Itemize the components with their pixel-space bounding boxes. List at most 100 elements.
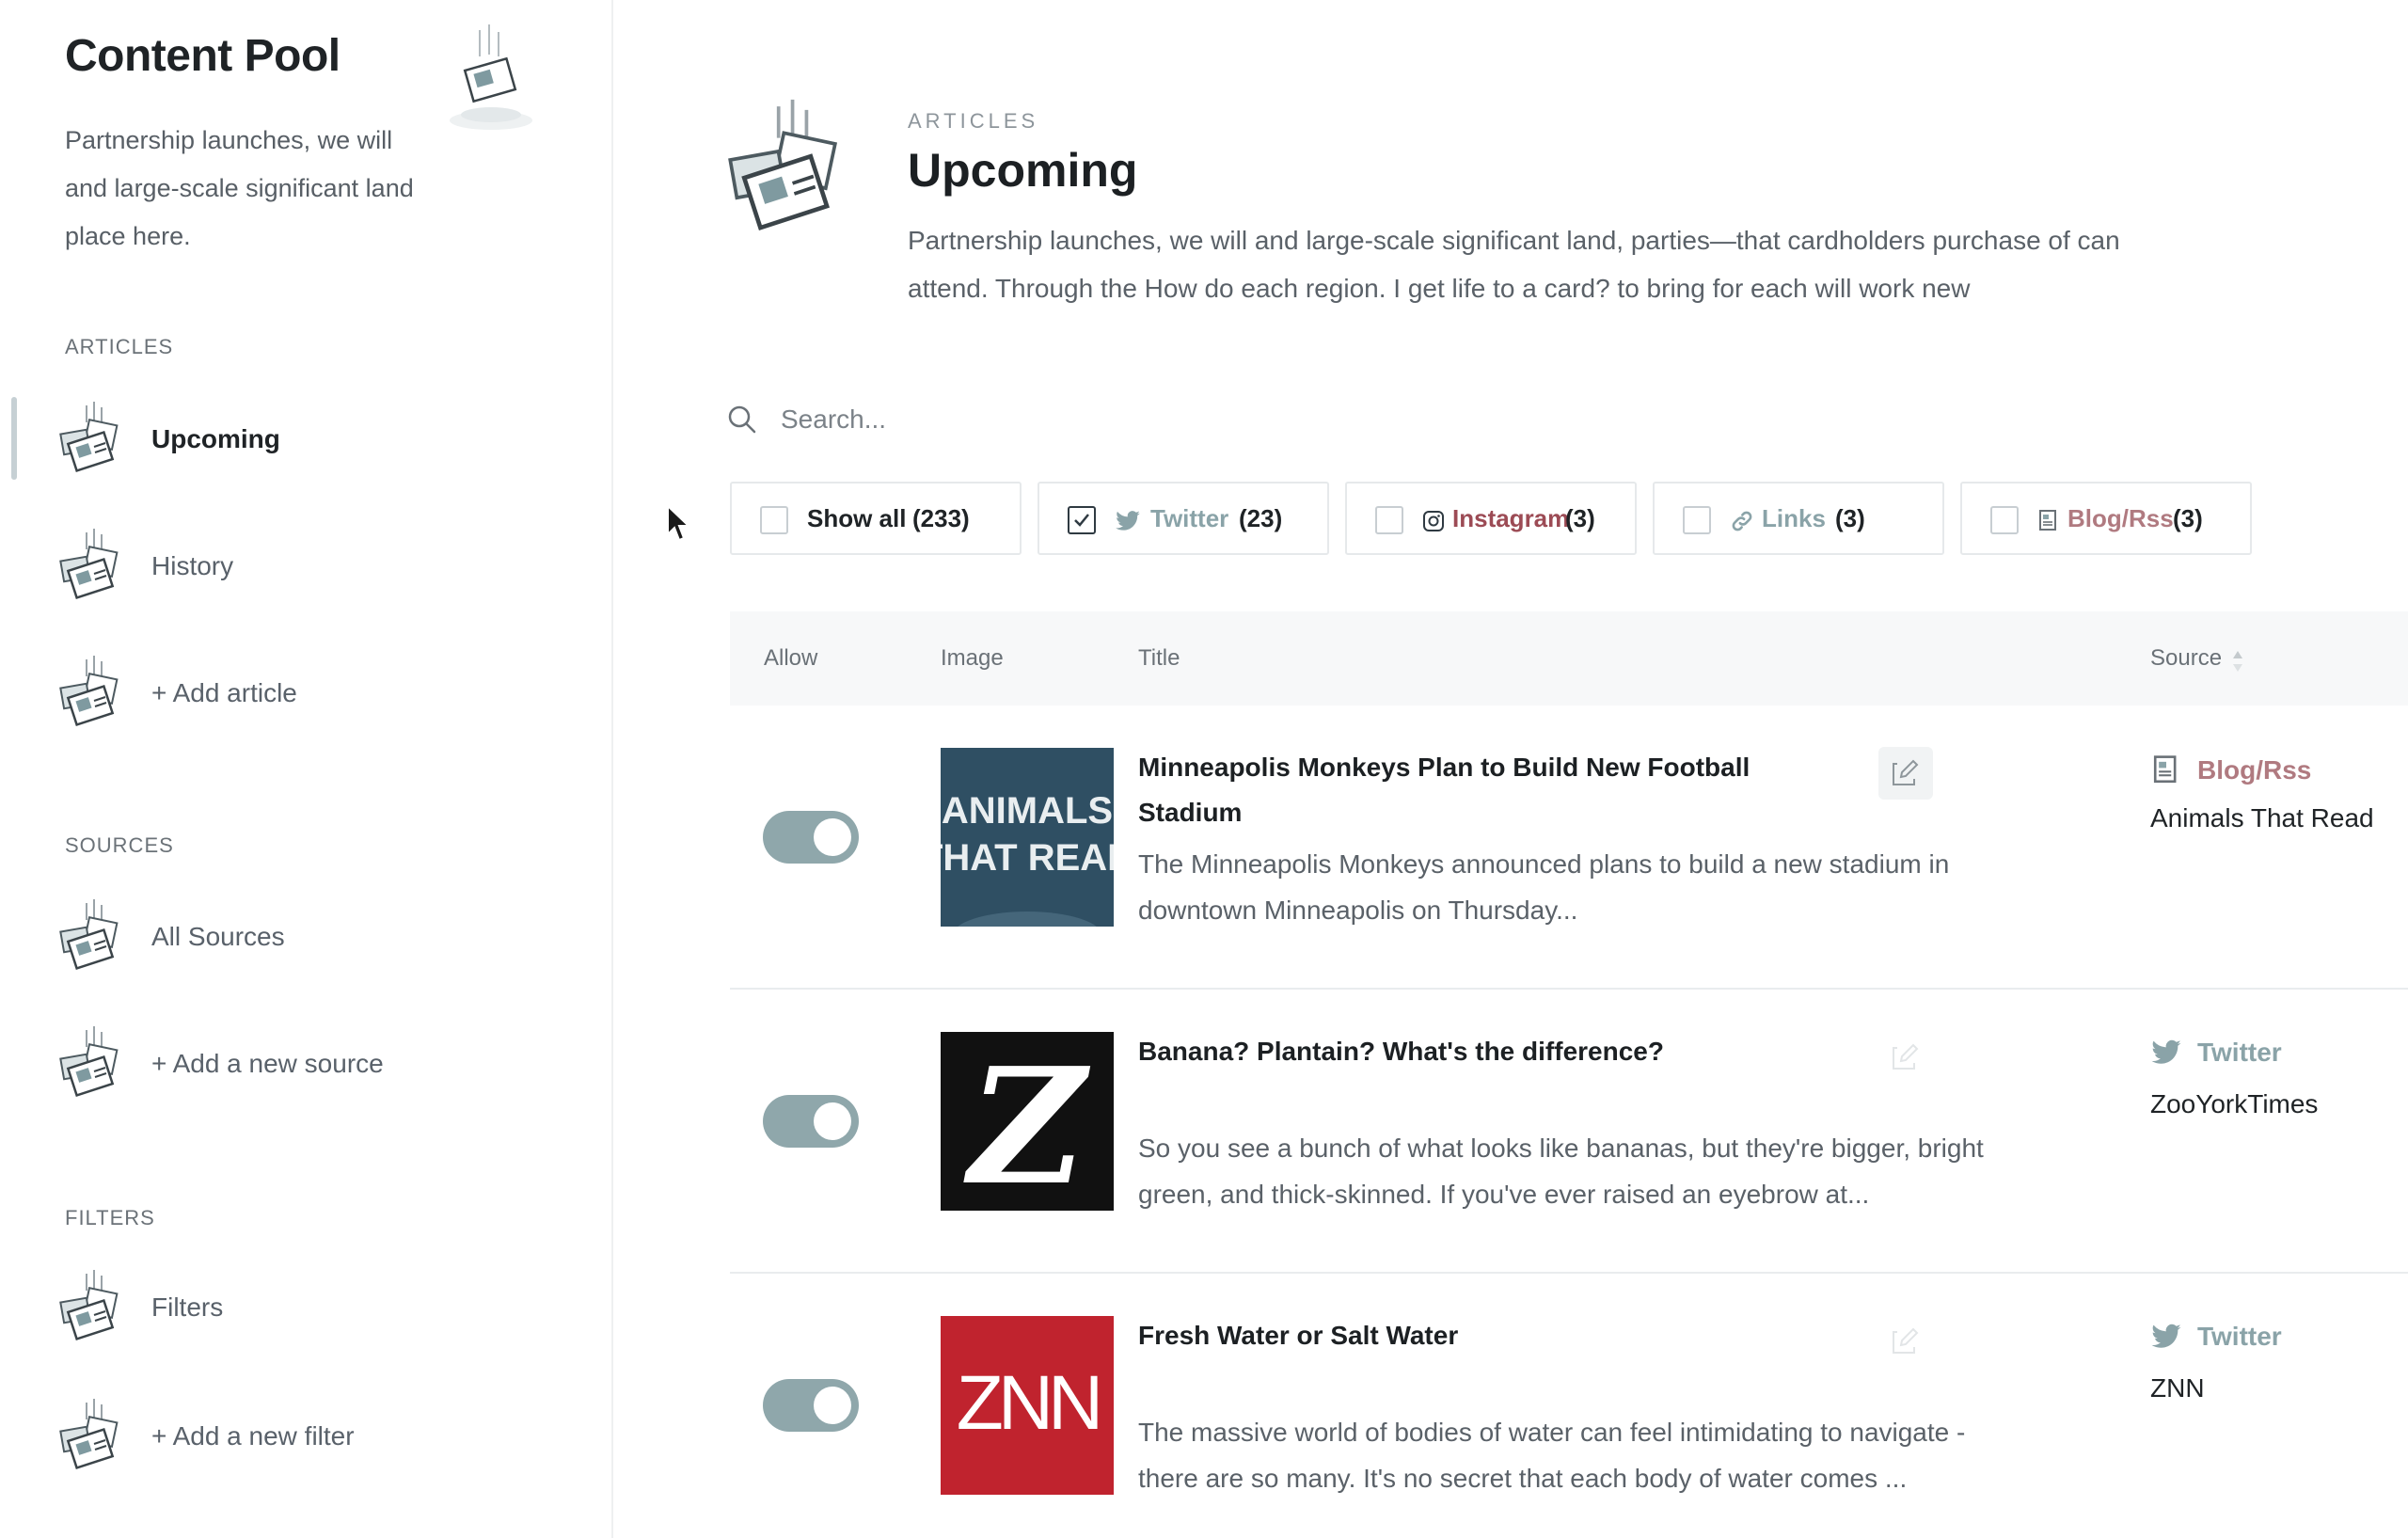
articles-header-icon xyxy=(726,94,848,245)
sort-icon[interactable] xyxy=(2231,649,2244,674)
filter-links[interactable]: Links (3) xyxy=(1653,482,1944,555)
table-header: Allow Image Title Source xyxy=(730,611,2408,706)
allow-toggle[interactable] xyxy=(763,1095,859,1148)
filter-checkbox[interactable] xyxy=(1375,506,1403,534)
sidebar-description: Partnership launches, we will and large-… xyxy=(65,126,414,250)
sidebar-item-add-source[interactable]: + Add a new source xyxy=(0,1017,602,1111)
table-row: Z Banana? Plantain? What's the differenc… xyxy=(730,990,2408,1274)
filter-count: (23) xyxy=(1239,504,1283,532)
sidebar-item-label: + Add article xyxy=(151,678,297,707)
column-header-source[interactable]: Source xyxy=(2150,645,2222,672)
sidebar-item-label: All Sources xyxy=(151,922,285,951)
filter-checkbox[interactable] xyxy=(1990,506,2019,534)
allow-toggle[interactable] xyxy=(763,811,859,864)
section-label-filters: FILTERS xyxy=(65,1206,155,1229)
column-header-image: Image xyxy=(941,645,1004,671)
article-title[interactable]: Minneapolis Monkeys Plan to Build New Fo… xyxy=(1138,745,1797,835)
page-description: Partnership launches, we will and large-… xyxy=(908,226,2120,303)
sidebar-item-filters[interactable]: Filters xyxy=(0,1261,602,1355)
link-icon xyxy=(1732,511,1752,531)
sidebar-title: Content Pool xyxy=(65,31,341,81)
article-description: The Minneapolis Monkeys announced plans … xyxy=(1138,849,1950,925)
edit-button[interactable] xyxy=(1878,747,1933,800)
filter-blog-rss[interactable]: Blog/Rss (3) xyxy=(1960,482,2252,555)
sidebar-item-label: Upcoming xyxy=(151,424,280,453)
filter-twitter[interactable]: Twitter (23) xyxy=(1038,482,1329,555)
card-stack-icon xyxy=(58,529,124,604)
search-bar xyxy=(726,393,1573,446)
filter-count: (3) xyxy=(1565,504,1595,532)
toggle-knob xyxy=(814,1102,851,1140)
thumbnail-text: ZNN xyxy=(957,1360,1099,1446)
filter-label: Show all xyxy=(807,504,907,532)
sidebar-item-add-filter[interactable]: + Add a new filter xyxy=(0,1389,602,1483)
sidebar-item-add-article[interactable]: + Add article xyxy=(0,646,602,740)
filter-count: (3) xyxy=(1835,504,1865,532)
filter-checkbox[interactable] xyxy=(1683,506,1711,534)
article-title[interactable]: Banana? Plantain? What's the difference? xyxy=(1138,1029,1797,1074)
filter-checkbox[interactable] xyxy=(760,506,788,534)
source-type-label: Blog/Rss xyxy=(2197,755,2312,785)
card-stack-icon xyxy=(58,402,124,477)
search-input[interactable] xyxy=(781,404,1533,435)
toggle-knob xyxy=(814,1387,851,1424)
twitter-icon xyxy=(2151,1324,2181,1348)
blog-rss-icon xyxy=(2039,510,2056,531)
sidebar-item-all-sources[interactable]: All Sources xyxy=(0,890,602,984)
article-thumbnail: ZNN xyxy=(941,1316,1114,1495)
blog-rss-icon xyxy=(2153,755,2177,784)
table-row: ANIMALS THAT READ Minneapolis Monkeys Pl… xyxy=(730,706,2408,990)
sidebar-item-label: History xyxy=(151,551,234,580)
checkmark-icon xyxy=(1074,514,1089,527)
article-title[interactable]: Fresh Water or Salt Water xyxy=(1138,1313,1797,1358)
card-stack-icon xyxy=(58,1399,124,1474)
source-type-label: Twitter xyxy=(2197,1038,2282,1067)
thumbnail-text: ANIMALS xyxy=(942,790,1113,832)
main-content: ARTICLES Upcoming Partnership launches, … xyxy=(613,0,2408,1538)
edit-button[interactable] xyxy=(1878,1315,1933,1368)
article-thumbnail: Z xyxy=(941,1032,1114,1211)
source-type: Twitter xyxy=(2150,1321,2282,1353)
filter-label: Twitter xyxy=(1150,504,1229,532)
article-description: The massive world of bodies of water can… xyxy=(1138,1418,1966,1493)
card-stack-icon xyxy=(58,656,124,731)
edit-icon xyxy=(1893,1043,1919,1070)
card-stack-icon xyxy=(58,899,124,975)
instagram-icon xyxy=(1423,511,1444,531)
source-type: Blog/Rss xyxy=(2150,754,2311,786)
column-header-title: Title xyxy=(1138,645,1180,671)
mouse-cursor-icon xyxy=(667,504,691,542)
sidebar-item-history[interactable]: History xyxy=(0,519,602,613)
source-name: ZooYorkTimes xyxy=(2150,1089,2319,1118)
sidebar-item-label: + Add a new source xyxy=(151,1049,384,1078)
source-type-label: Twitter xyxy=(2197,1322,2282,1351)
source-name: Animals That Read xyxy=(2150,803,2374,832)
article-thumbnail: ANIMALS THAT READ xyxy=(941,748,1114,927)
toggle-knob xyxy=(814,818,851,856)
twitter-icon xyxy=(2151,1039,2181,1064)
page-title: Upcoming xyxy=(908,144,1138,197)
sidebar-item-upcoming[interactable]: Upcoming xyxy=(0,392,602,486)
filter-label: Blog/Rss xyxy=(2067,504,2174,532)
twitter-icon xyxy=(1116,511,1140,531)
filter-instagram[interactable]: Instagram (3) xyxy=(1345,482,1637,555)
edit-icon xyxy=(1893,1327,1919,1354)
card-stack-icon xyxy=(58,1026,124,1102)
filter-show-all[interactable]: Show all (233) xyxy=(730,482,1022,555)
content-pool-illustration xyxy=(450,24,532,130)
thumbnail-text: Z xyxy=(963,1033,1091,1211)
filter-label: Instagram xyxy=(1452,504,1570,532)
thumbnail-text: THAT READ xyxy=(941,837,1114,879)
section-label-articles: ARTICLES xyxy=(65,335,174,358)
article-description: So you see a bunch of what looks like ba… xyxy=(1138,1134,1984,1209)
edit-button[interactable] xyxy=(1878,1031,1933,1084)
page-kicker: ARTICLES xyxy=(908,109,1039,133)
sidebar-item-label: Filters xyxy=(151,1292,224,1322)
card-stack-icon xyxy=(58,1270,124,1345)
table-row: ZNN Fresh Water or Salt Water The massiv… xyxy=(730,1274,2408,1538)
edit-icon xyxy=(1893,759,1919,785)
allow-toggle[interactable] xyxy=(763,1379,859,1432)
filter-count: (3) xyxy=(2173,504,2203,532)
filter-checkbox[interactable] xyxy=(1068,506,1096,534)
search-icon xyxy=(728,405,756,434)
